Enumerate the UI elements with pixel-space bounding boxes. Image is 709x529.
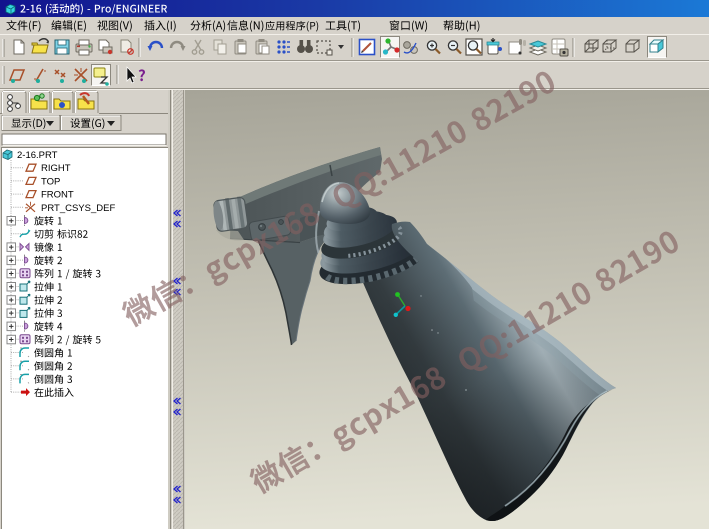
svg-text:RIGHT: RIGHT (41, 163, 71, 174)
svg-text:TOP: TOP (41, 176, 60, 187)
svg-text:FRONT: FRONT (41, 190, 74, 201)
svg-text:2-16.PRT: 2-16.PRT (17, 150, 58, 161)
svg-text:PRT_CSYS_DEF: PRT_CSYS_DEF (41, 203, 115, 214)
